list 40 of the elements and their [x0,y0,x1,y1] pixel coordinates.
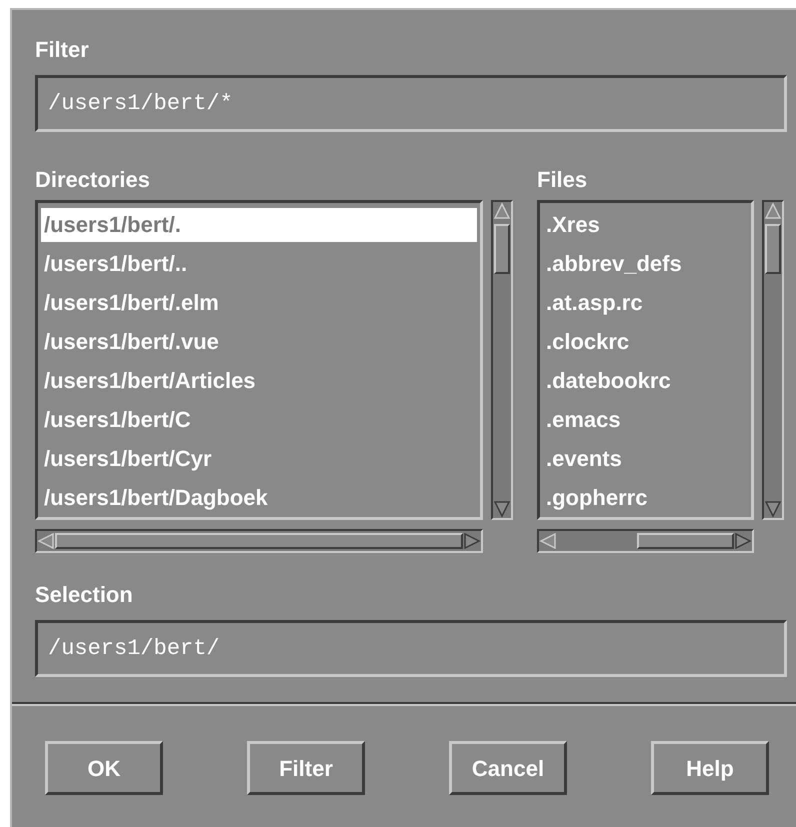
selection-label: Selection [35,581,134,609]
list-item[interactable]: /users1/bert/Cyr [41,442,477,476]
list-item[interactable]: /users1/bert/Articles [41,364,477,398]
up-arrow-icon[interactable] [494,202,510,220]
list-item[interactable]: .Xres [543,208,748,242]
scrollbar-thumb[interactable] [494,224,510,274]
list-item[interactable]: .emacs [543,403,748,437]
list-item[interactable]: .gopherrc [543,481,748,515]
list-item[interactable]: /users1/bert/.. [41,247,477,281]
list-item[interactable]: .clockrc [543,325,748,359]
horizontal-scrollbar[interactable] [35,529,483,553]
directories-label: Directories [35,166,151,194]
list-item[interactable]: /users1/bert/Dagboek [41,481,477,515]
dialog-button[interactable]: OK [45,741,163,795]
dialog-button[interactable]: Help [651,741,769,795]
list-item[interactable]: .datebookrc [543,364,748,398]
up-arrow-icon[interactable] [765,202,781,220]
list-item[interactable]: /users1/bert/. [41,208,477,242]
list-item[interactable]: .at.asp.rc [543,286,748,320]
vertical-scrollbar[interactable] [491,200,513,520]
vertical-scrollbar[interactable] [762,200,784,520]
filter-label: Filter [35,36,90,64]
left-arrow-icon[interactable] [37,533,55,549]
list-item[interactable]: /users1/bert/.elm [41,286,477,320]
horizontal-scrollbar[interactable] [537,529,754,553]
filter-field[interactable]: /users1/bert/* [35,75,787,132]
right-arrow-icon[interactable] [734,533,752,549]
files-label: Files [537,166,588,194]
selection-field[interactable]: /users1/bert/ [35,620,787,677]
down-arrow-icon[interactable] [765,500,781,518]
list-item[interactable]: .events [543,442,748,476]
list-item[interactable]: /users1/bert/.vue [41,325,477,359]
left-arrow-icon[interactable] [539,533,557,549]
list-item[interactable]: /users1/bert/C [41,403,477,437]
dialog-button[interactable]: Cancel [449,741,567,795]
list-item[interactable]: .abbrev_defs [543,247,748,281]
scrollbar-thumb[interactable] [765,224,781,274]
down-arrow-icon[interactable] [494,500,510,518]
dialog-button[interactable]: Filter [247,741,365,795]
right-arrow-icon[interactable] [463,533,481,549]
